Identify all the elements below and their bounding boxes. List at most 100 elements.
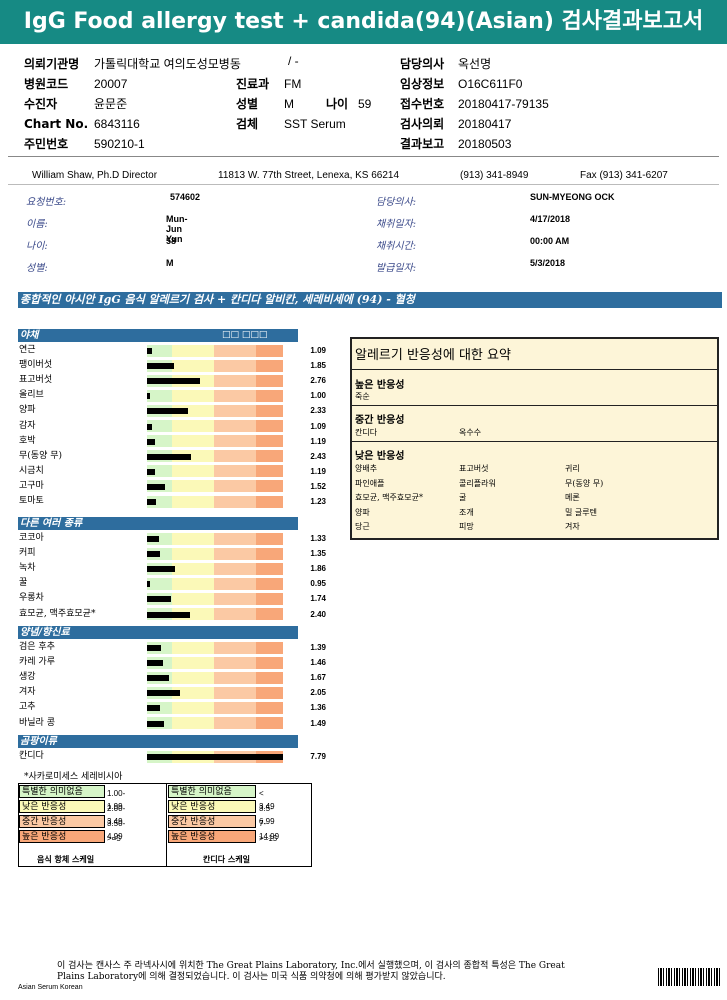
scale-background — [147, 592, 283, 605]
result-bar — [147, 378, 201, 385]
low-reactivity-label: 낮은 반응성 — [355, 451, 405, 462]
chart-no-label: Chart No. — [24, 117, 89, 131]
id-number-label: 주민번호 — [24, 137, 69, 151]
receipt-no-label: 접수번호 — [400, 97, 445, 111]
food-value: 1.85 — [310, 361, 326, 371]
request-date-label: 검사의뢰 — [400, 117, 445, 131]
test-banner: 종합적인 아시안 IgG 음식 알레르기 검사 + 칸디다 알비칸, 세레비세에… — [18, 292, 722, 308]
candida-scale-caption: 칸디다 스케일 — [203, 854, 250, 864]
food-name: 고구마 — [19, 480, 44, 491]
scale-background — [147, 374, 283, 387]
age-info-label: 나이: — [26, 241, 48, 252]
food-name: 연근 — [19, 345, 36, 355]
specimen-row: 검체 SST Serum — [236, 113, 346, 133]
result-bar — [147, 423, 153, 430]
category-header: 양념/향신료 — [18, 626, 298, 639]
food-value: 1.86 — [310, 564, 326, 574]
info-right: 담당의사: SUN-MYEONG OCK 채취일자: 4/17/2018 채취시간:… — [376, 190, 615, 278]
food-name: 팽이버섯 — [19, 360, 53, 371]
result-bar — [147, 348, 153, 354]
sex-info-value: M — [166, 258, 174, 268]
footer-tag: Asian Serum Korean — [18, 984, 83, 991]
name-label: 이름: — [26, 219, 48, 230]
scale-background — [147, 656, 283, 669]
low-item: 표고버섯 — [459, 464, 489, 473]
dept-value: FM — [284, 77, 302, 91]
age-info-value: 58 — [166, 236, 177, 246]
food-value: 1.49 — [310, 718, 326, 728]
food-name: 올리브 — [19, 390, 44, 401]
category-header: 야채 — [18, 329, 298, 342]
result-bar — [147, 551, 160, 558]
candida-legend-label: 낮은 반응성 — [168, 800, 256, 813]
result-bar — [147, 611, 191, 618]
chart-no-value: 6843116 — [94, 117, 140, 131]
food-name: 칸디다 — [19, 751, 44, 761]
dept-label: 진료과 — [236, 77, 270, 91]
food-scale-caption: 음식 항체 스케일 — [37, 854, 95, 864]
food-name: 바닐라 콩 — [19, 717, 55, 728]
candida-legend-label: 중간 반응성 — [168, 815, 256, 828]
low-item: 양배추 — [355, 464, 378, 473]
food-value: 1.39 — [310, 643, 326, 652]
scale-background — [147, 750, 283, 763]
low-item: 무(동양 무) — [565, 478, 604, 488]
high-item: 죽순 — [355, 392, 370, 401]
food-name: 감자 — [19, 420, 36, 431]
summary-title: 알레르기 반응성에 대한 요약 — [355, 348, 511, 363]
category-header: 곰팡이류 — [18, 735, 298, 748]
food-value: 1.00 — [310, 391, 326, 401]
food-name: 생강 — [19, 672, 36, 683]
sex-label: 성별 — [236, 97, 259, 111]
mid-item: 칸디다 — [355, 428, 378, 437]
food-name: 꿀 — [19, 578, 28, 589]
footer-line-2: Plains Laboratory에 의해 결정되었습니다. 이 검사는 미국 … — [57, 972, 446, 982]
collect-time-value: 00:00 AM — [530, 236, 570, 246]
food-name: 토마토 — [19, 496, 44, 506]
lab-address: 11813 W. 77th Street, Lenexa, KS 66214 — [218, 170, 400, 181]
result-bar — [147, 596, 172, 603]
food-value: 1.46 — [310, 658, 326, 668]
summary-divider — [352, 405, 717, 406]
food-legend-label: 높은 반응성 — [19, 830, 105, 843]
age-value: 59 — [358, 97, 372, 111]
food-value: 1.09 — [310, 421, 326, 431]
request-date-value: 20180417 — [458, 117, 512, 131]
mid-reactivity-label: 중간 반응성 — [355, 415, 405, 426]
food-name: 겨자 — [19, 687, 36, 698]
lab-phone: (913) 341-8949 — [460, 170, 529, 181]
scale-background — [147, 608, 283, 620]
food-value: 1.67 — [310, 673, 326, 683]
info-left: 요청번호: 574602 이름: Mun-Jun Yun 나이: 58 성별: M — [26, 190, 200, 278]
food-name: 카레 가루 — [19, 657, 55, 668]
low-item: 조개 — [459, 507, 474, 517]
result-bar — [147, 705, 161, 712]
food-name: 무(동양 무) — [19, 450, 63, 461]
food-name: 검은 후추 — [19, 642, 55, 652]
doctor-label: 담당의사 — [400, 57, 445, 71]
food-legend-range: 1.00-1.99 — [107, 789, 126, 811]
sex-info-label: 성별: — [26, 263, 48, 274]
result-bar — [147, 645, 162, 651]
food-name: 시금치 — [19, 465, 44, 476]
header-left: 의뢰기관명 가톨릭대학교 여의도성모병동 병원코드 20007 수진자 윤문준 Cha… — [24, 53, 241, 153]
dept-row: 진료과 FM — [236, 73, 301, 93]
scale-background — [147, 686, 283, 699]
scale-background — [147, 577, 283, 590]
food-value: 1.74 — [310, 594, 326, 604]
request-no-label: 요청번호: — [26, 197, 67, 208]
collect-date-label: 채취일자: — [376, 219, 417, 230]
scale-background — [147, 359, 283, 372]
candida-legend-range: 7-14.99 — [259, 819, 280, 841]
lab-divider — [8, 184, 719, 185]
result-bar — [147, 393, 150, 400]
footnote: *사카로미세스 세레비시아 — [24, 772, 123, 782]
food-value: 2.43 — [310, 451, 326, 461]
candida-legend-label: 특별한 의미없음 — [168, 785, 256, 798]
scale-background — [147, 344, 283, 357]
food-value: 1.33 — [310, 534, 326, 543]
candida-legend-range: 3.5-6.99 — [259, 804, 275, 826]
scale-background — [147, 562, 283, 575]
scale-background — [147, 389, 283, 402]
hospital-label: 의뢰기관명 — [24, 57, 80, 71]
